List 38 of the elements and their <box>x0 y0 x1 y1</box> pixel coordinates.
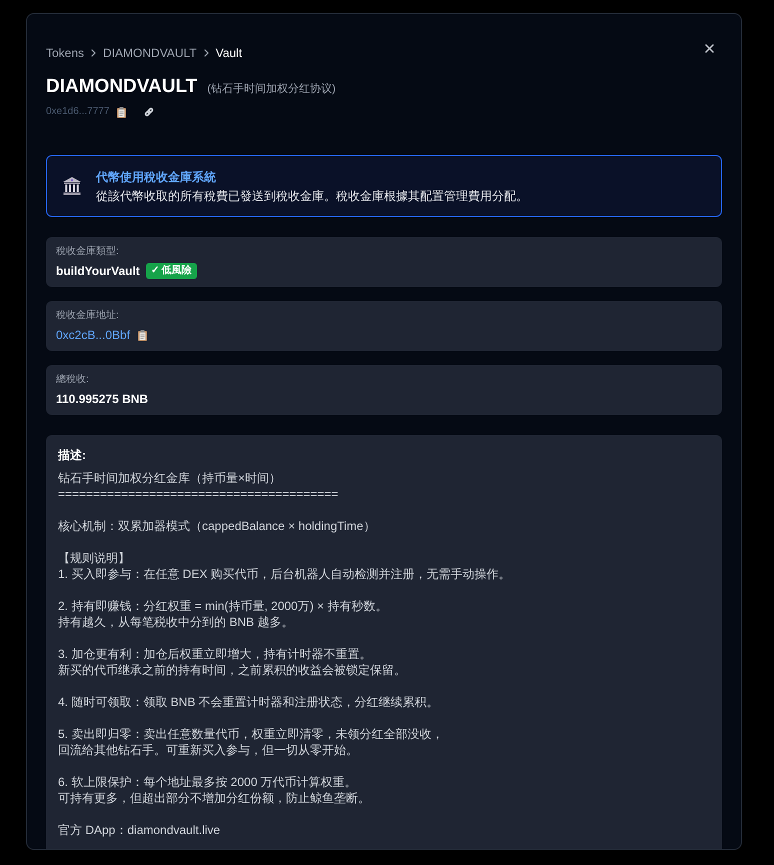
chevron-right-icon <box>204 49 209 57</box>
field-label: 總稅收: <box>56 373 90 387</box>
description-line: 回流给其他钻石手。可重新买入参与，但一切从零开始。 <box>58 742 358 758</box>
description-line: 钻石手时间加权分红金库（持币量×时间） <box>58 470 282 486</box>
breadcrumb-link[interactable]: DIAMONDVAULT <box>103 45 197 61</box>
close-icon <box>704 44 714 52</box>
notice-title: 代幣使用稅收金庫系統 <box>96 168 217 184</box>
description-line: 5. 卖出即归零：卖出任意数量代币，权重立即清零，未领分红全部没收， <box>58 726 444 742</box>
description-label: 描述: <box>58 447 87 463</box>
field-label: 稅收金庫地址: <box>56 309 120 323</box>
vault-address-link[interactable]: 0xc2cB...0Bbf <box>56 327 130 343</box>
clipboard-icon[interactable] <box>138 330 148 340</box>
description-line: 1. 买入即参与：在任意 DEX 购买代币，后台机器人自动检测并注册，无需手动操作。 <box>58 566 511 582</box>
risk-badge: ✓ 低風險 <box>146 263 197 279</box>
token-title: DIAMONDVAULT <box>46 75 198 99</box>
total-tax-value: 110.995275 BNB <box>56 391 150 407</box>
description-line: 4. 随时可领取：领取 BNB 不会重置计时器和注册状态，分红继续累积。 <box>58 694 439 710</box>
description-line: 核心机制：双累加器模式（cappedBalance × holdingTime） <box>58 518 376 534</box>
bank-icon <box>62 176 82 196</box>
description-line: 持有越久，从每笔税收中分到的 BNB 越多。 <box>58 614 294 630</box>
breadcrumb-link[interactable]: Tokens <box>46 45 84 61</box>
description-line: 2. 持有即赚钱：分红权重 = min(持币量, 2000万) × 持有秒数。 <box>58 598 388 614</box>
notice-text: 從該代幣收取的所有稅費已發送到稅收金庫。稅收金庫根據其配置管理費用分配。 <box>96 188 528 204</box>
clipboard-icon[interactable] <box>117 106 126 118</box>
breadcrumb-link[interactable]: Vault <box>216 45 242 61</box>
field-label: 稅收金庫類型: <box>56 245 120 259</box>
token-subtitle: (钻石手时间加权分红协议) <box>207 82 336 97</box>
description-line: 【规则说明】 <box>58 550 130 566</box>
link-icon[interactable] <box>144 107 154 117</box>
description-line: 3. 加仓更有利：加仓后权重立即增大，持有计时器不重置。 <box>58 646 372 662</box>
description-line: 6. 软上限保护：每个地址最多按 2000 万代币计算权重。 <box>58 774 357 790</box>
description-line: 可持有更多，但超出部分不增加分红份额，防止鲸鱼垄断。 <box>58 790 370 806</box>
vault-type-value: buildYourVault <box>56 263 140 279</box>
description-line: 官方 DApp：diamondvault.live <box>58 822 220 838</box>
description-line: 新买的代币继承之前的持有时间，之前累积的收益会被锁定保留。 <box>58 662 406 678</box>
description-line: ======================================== <box>58 486 338 502</box>
token-address: 0xe1d6...7777 <box>46 105 110 119</box>
chevron-right-icon <box>91 49 96 57</box>
